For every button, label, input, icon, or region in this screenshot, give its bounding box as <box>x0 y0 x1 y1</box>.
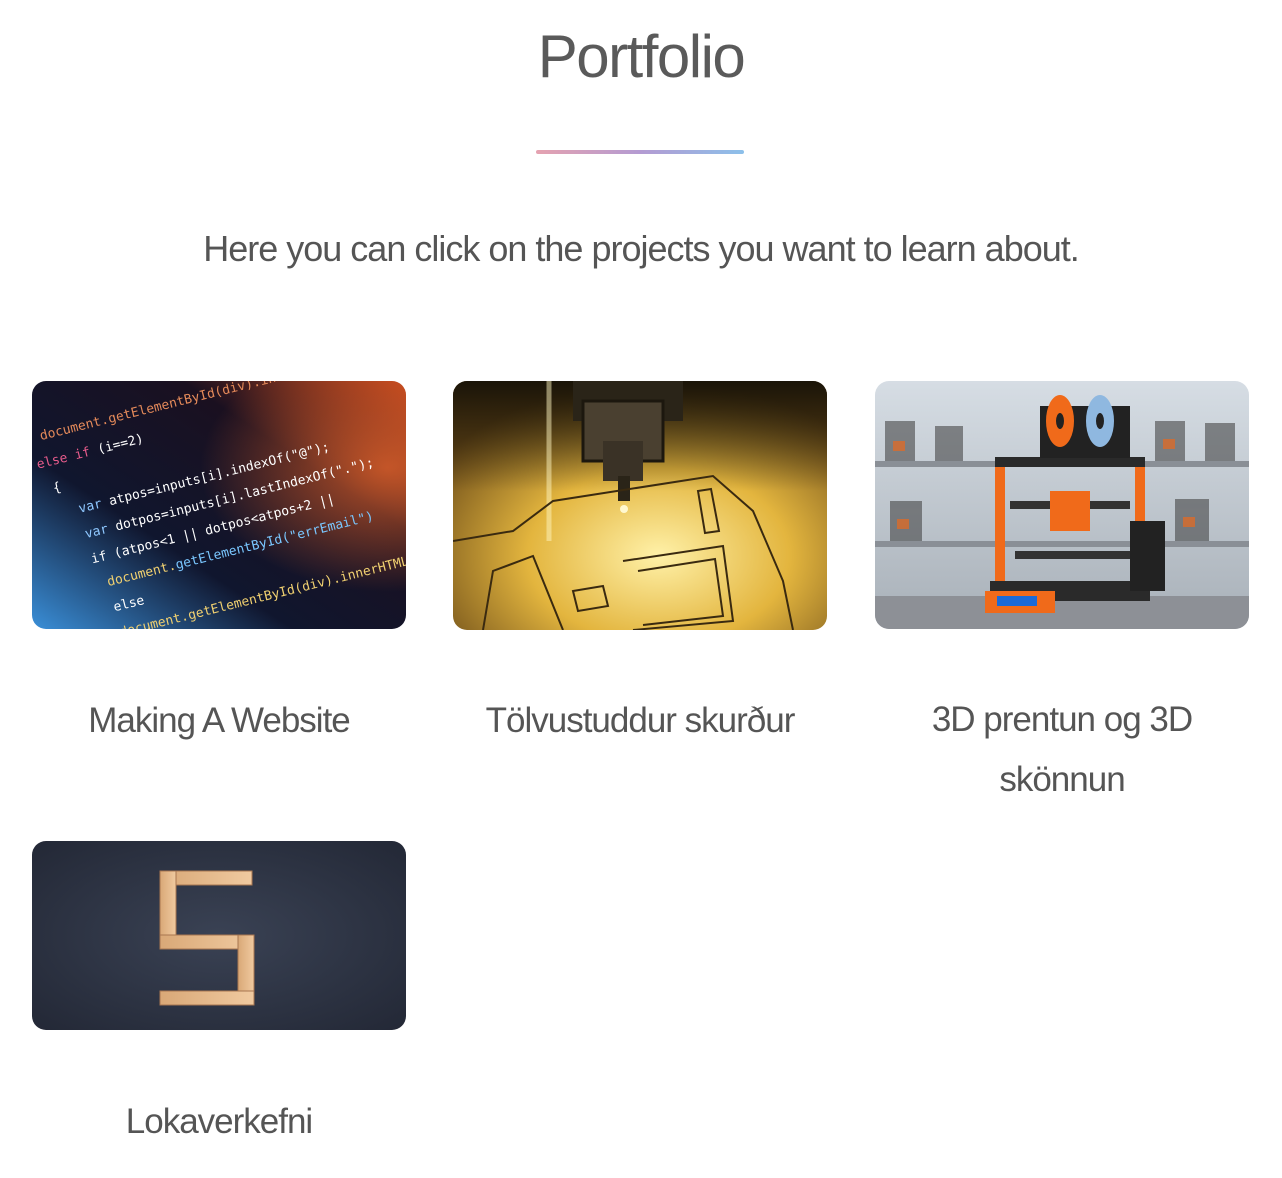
project-title-final-project[interactable]: Lokaverkefni <box>32 1092 406 1152</box>
laser-cutter-image[interactable] <box>453 381 827 630</box>
project-title-website[interactable]: Making A Website <box>32 691 406 751</box>
page-title: Portfolio <box>537 23 746 90</box>
project-card-final-project[interactable]: Lokaverkefni <box>32 841 406 1152</box>
project-title-3d-printing[interactable]: 3D prentun og 3D skönnun <box>875 690 1249 810</box>
project-card-laser-cutting[interactable]: Tölvustuddur skurður <box>453 381 827 751</box>
code-screenshot-image[interactable]: document.getElementById(div).innerHTML e… <box>32 381 406 629</box>
page-subtitle: Here you can click on the projects you w… <box>203 228 1080 269</box>
3d-printer-image[interactable] <box>875 381 1249 629</box>
project-card-website[interactable]: document.getElementById(div).innerHTML e… <box>32 381 406 751</box>
project-title-laser-cutting[interactable]: Tölvustuddur skurður <box>453 691 827 751</box>
title-divider <box>536 150 744 154</box>
project-card-3d-printing[interactable]: 3D prentun og 3D skönnun <box>875 381 1249 810</box>
wooden-shelf-s-image[interactable] <box>32 841 406 1030</box>
